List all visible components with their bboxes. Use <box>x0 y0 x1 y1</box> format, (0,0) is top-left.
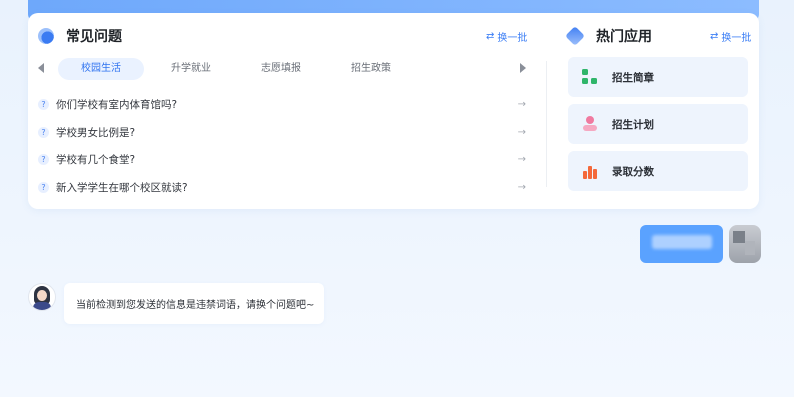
list-item[interactable]: ? 新入学学生在哪个校区就读? → <box>38 174 526 202</box>
app-label: 招生计划 <box>612 118 654 131</box>
faq-tabs: 校园生活 升学就业 志愿填报 招生政策 <box>38 58 526 80</box>
question-mark-icon: ? <box>38 126 49 138</box>
arrow-right-icon: → <box>517 181 526 193</box>
app-label: 招生简章 <box>612 71 654 84</box>
tab-application[interactable]: 志愿填报 <box>238 58 324 80</box>
faq-icon <box>38 28 54 44</box>
apps-swap-label: 换一批 <box>721 33 752 44</box>
question-text: 学校有几个食堂? <box>56 154 136 167</box>
apps-header: 热门应用 <box>565 25 652 47</box>
bot-message-text: 当前检测到您发送的信息是违禁词语，请换个问题吧~ <box>76 300 315 311</box>
bot-message-bubble: 当前检测到您发送的信息是违禁词语，请换个问题吧~ <box>64 283 324 324</box>
tab-further-study[interactable]: 升学就业 <box>148 58 234 80</box>
list-item[interactable]: ? 学校男女比例是? → <box>38 119 526 147</box>
question-text: 新入学学生在哪个校区就读? <box>56 181 188 194</box>
question-mark-icon: ? <box>38 99 49 111</box>
tabs-prev-arrow-icon[interactable] <box>38 63 44 73</box>
faq-header: 常见问题 <box>38 25 122 47</box>
user-message-bubble <box>640 225 723 263</box>
bar-chart-icon <box>582 163 598 179</box>
faq-card: 常见问题 ⇄ 换一批 校园生活 升学就业 志愿填报 招生政策 ? 你们学校有室内… <box>28 13 759 209</box>
faq-title: 常见问题 <box>66 29 122 45</box>
arrow-right-icon: → <box>517 99 526 111</box>
app-admission-plan-button[interactable]: 招生计划 <box>568 104 748 144</box>
question-text: 学校男女比例是? <box>56 126 136 139</box>
user-avatar <box>729 225 761 263</box>
tab-campus-life[interactable]: 校园生活 <box>58 58 144 80</box>
arrow-right-icon: → <box>517 154 526 166</box>
grid-icon <box>582 69 598 85</box>
blurred-text <box>652 235 712 249</box>
faq-swap-button[interactable]: ⇄ 换一批 <box>486 29 527 44</box>
list-item[interactable]: ? 你们学校有室内体育馆吗? → <box>38 91 526 119</box>
tabs-next-arrow-icon[interactable] <box>520 63 526 73</box>
apps-title: 热门应用 <box>596 29 652 45</box>
bot-avatar <box>28 283 56 311</box>
app-admission-scores-button[interactable]: 录取分数 <box>568 151 748 191</box>
apps-icon <box>565 26 585 46</box>
apps-swap-button[interactable]: ⇄ 换一批 <box>710 29 751 44</box>
refresh-icon: ⇄ <box>486 31 495 42</box>
question-text: 你们学校有室内体育馆吗? <box>56 99 178 112</box>
question-mark-icon: ? <box>38 154 49 166</box>
question-list: ? 你们学校有室内体育馆吗? → ? 学校男女比例是? → ? 学校有几个食堂?… <box>38 91 526 201</box>
app-admission-brochure-button[interactable]: 招生简章 <box>568 57 748 97</box>
tab-admission-policy[interactable]: 招生政策 <box>328 58 414 80</box>
faq-swap-label: 换一批 <box>497 33 528 44</box>
list-item[interactable]: ? 学校有几个食堂? → <box>38 146 526 174</box>
refresh-icon: ⇄ <box>710 31 719 42</box>
person-icon <box>582 116 598 132</box>
arrow-right-icon: → <box>517 126 526 138</box>
question-mark-icon: ? <box>38 181 49 193</box>
app-label: 录取分数 <box>612 165 654 178</box>
section-divider <box>546 61 547 187</box>
